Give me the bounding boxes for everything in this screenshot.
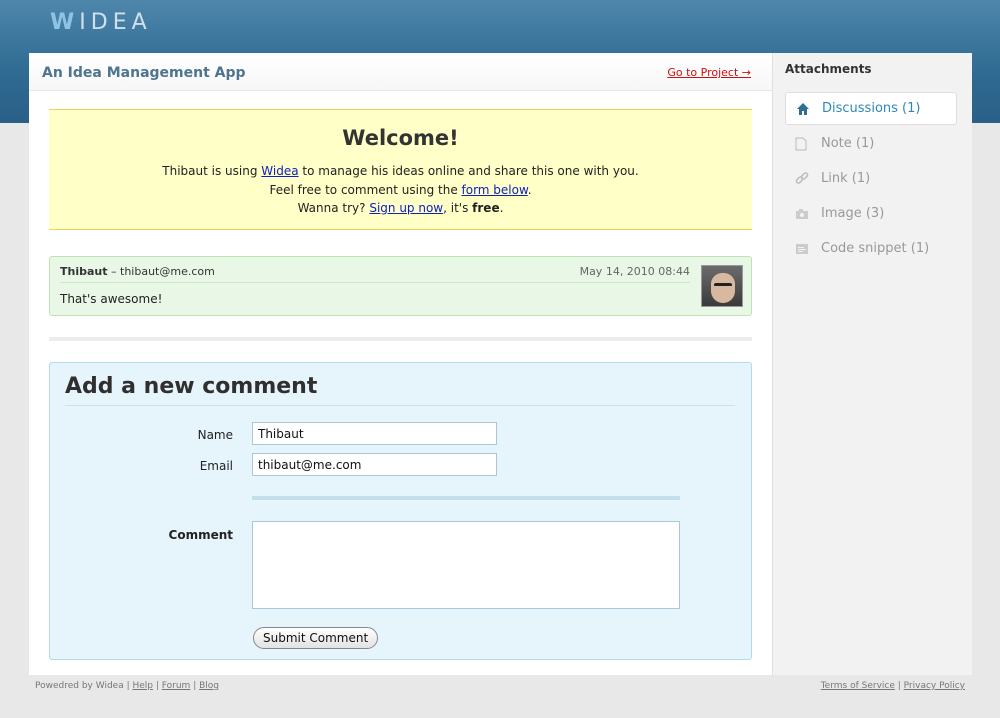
privacy-link[interactable]: Privacy Policy: [904, 681, 965, 691]
divider: [49, 337, 752, 341]
comment-label: Comment: [168, 528, 233, 542]
welcome-line-2: Feel free to comment using the form belo…: [269, 182, 532, 197]
welcome-box: Welcome! Thibaut is using Widea to manag…: [49, 109, 752, 230]
comment-author: Thibaut: [60, 265, 108, 278]
comment-form: Add a new comment Name Email Comment Sub…: [49, 362, 752, 660]
sign-up-link[interactable]: Sign up now: [369, 201, 443, 215]
form-title: Add a new comment: [65, 374, 735, 406]
name-input[interactable]: [252, 422, 497, 445]
submit-comment-button[interactable]: Submit Comment: [253, 627, 379, 649]
sidebar-item-code-snippet[interactable]: Code snippet (1): [785, 232, 957, 265]
help-link[interactable]: Help: [132, 681, 153, 691]
forum-link[interactable]: Forum: [162, 681, 191, 691]
link-icon: [795, 171, 821, 186]
comment-body: That's awesome!: [60, 292, 163, 306]
form-separator: [252, 496, 680, 500]
name-label: Name: [197, 428, 233, 442]
welcome-heading: Welcome!: [342, 126, 459, 150]
sidebar-list: Discussions (1) Note (1) Link (1) Image …: [785, 92, 957, 267]
avatar: [701, 265, 743, 307]
page-title: An Idea Management App: [42, 65, 246, 81]
document-icon: [795, 137, 821, 151]
comment-item: Thibaut – thibaut@me.com May 14, 2010 08…: [49, 256, 752, 316]
sidebar-item-note[interactable]: Note (1): [785, 127, 957, 160]
logo[interactable]: WIDEA: [50, 10, 152, 35]
comment-meta: Thibaut – thibaut@me.com May 14, 2010 08…: [60, 265, 690, 283]
comment-textarea[interactable]: [252, 521, 680, 609]
welcome-line-3: Wanna try? Sign up now, it's free.: [297, 201, 504, 215]
comment-date: May 14, 2010 08:44: [579, 265, 690, 278]
sidebar-item-image[interactable]: Image (3): [785, 197, 957, 230]
comment-email: thibaut@me.com: [120, 265, 215, 278]
powered-by-text: Powedred by Widea: [35, 681, 124, 691]
main-panel: An Idea Management App Go to Project → W…: [29, 53, 772, 675]
email-input[interactable]: [252, 453, 497, 476]
sidebar-item-discussions[interactable]: Discussions (1): [785, 92, 957, 125]
terms-link[interactable]: Terms of Service: [821, 681, 895, 691]
email-label: Email: [199, 459, 233, 473]
attachments-sidebar: Attachments Discussions (1) Note (1) Lin…: [772, 53, 972, 675]
widea-link[interactable]: Widea: [261, 164, 298, 178]
sidebar-item-link[interactable]: Link (1): [785, 162, 957, 195]
camera-icon: [795, 208, 821, 220]
code-icon: [795, 243, 821, 255]
form-below-link[interactable]: form below: [462, 183, 528, 197]
blog-link[interactable]: Blog: [199, 681, 219, 691]
sidebar-title: Attachments: [785, 62, 872, 76]
welcome-line-1: Thibaut is using Widea to manage his ide…: [162, 164, 639, 178]
go-to-project-link[interactable]: Go to Project →: [667, 66, 751, 79]
footer: Powedred by Widea | Help | Forum | Blog …: [35, 681, 965, 691]
app-header: An Idea Management App Go to Project →: [29, 53, 772, 91]
footer-right: Terms of Service | Privacy Policy: [820, 681, 965, 691]
home-icon: [796, 102, 822, 116]
